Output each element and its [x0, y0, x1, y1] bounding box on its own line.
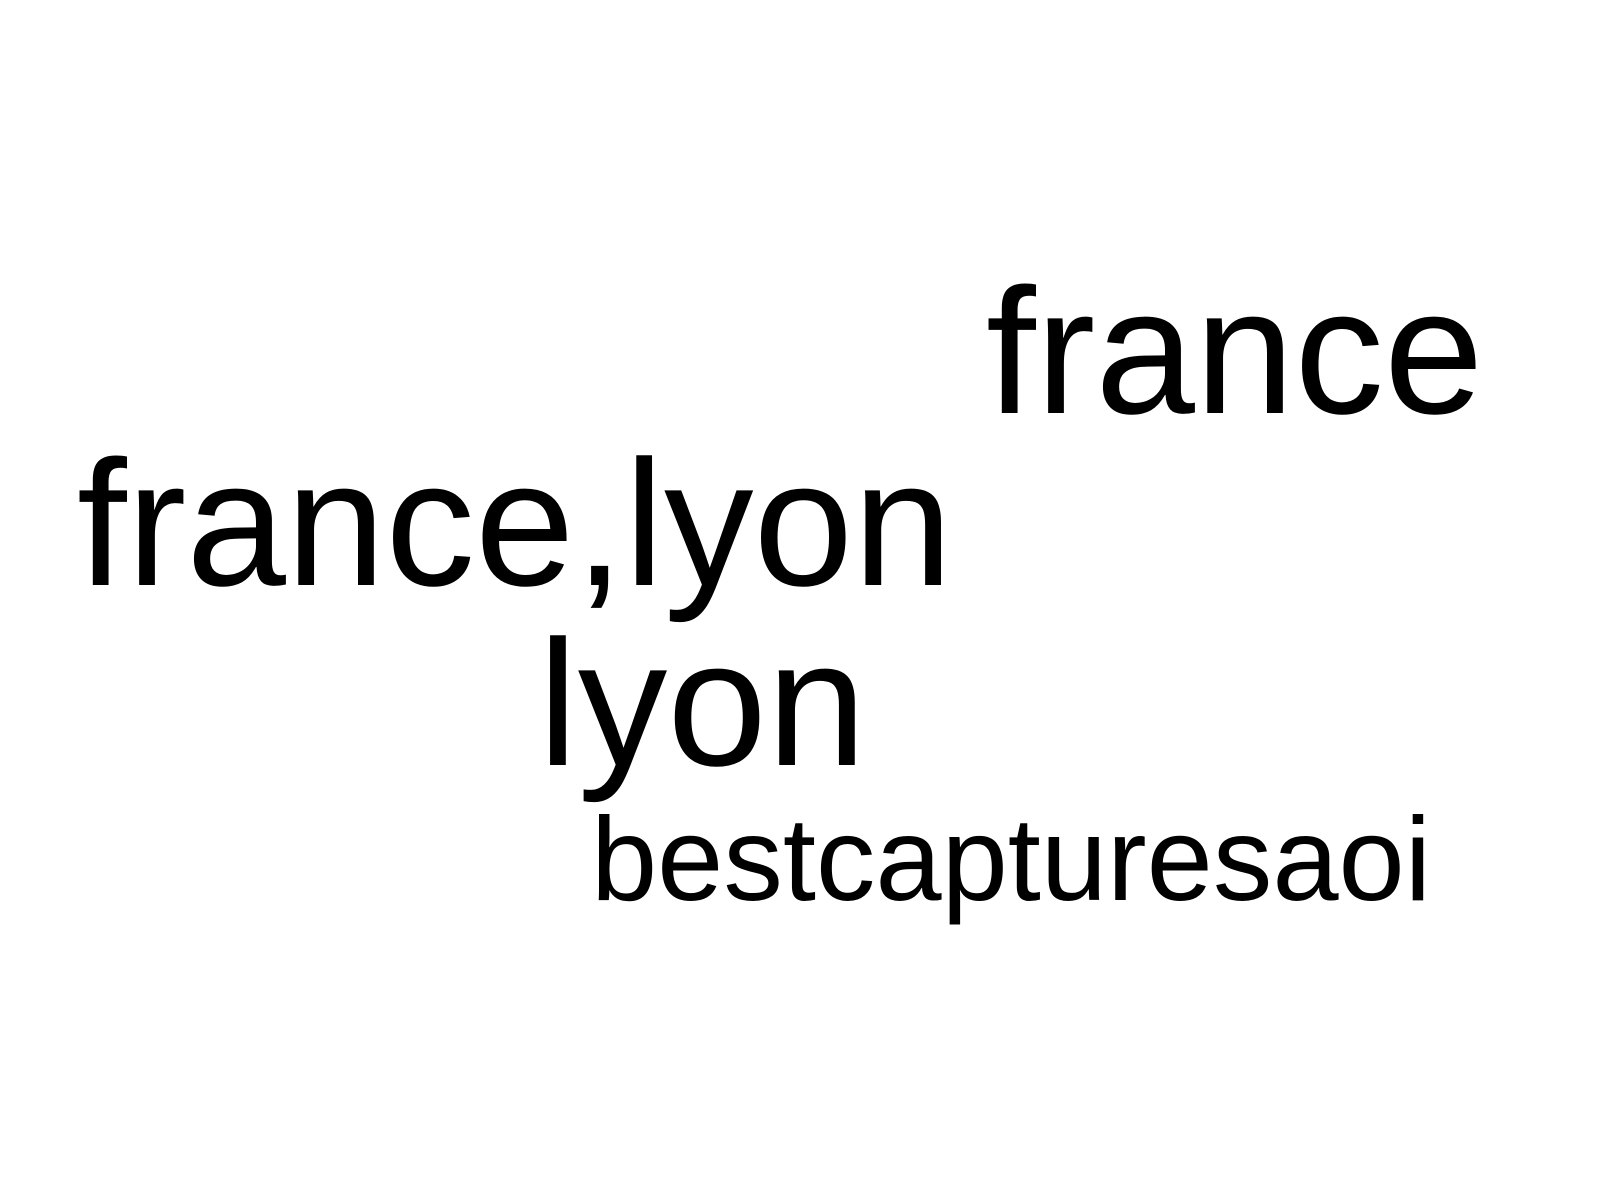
word-bestcapturesaoi: bestcapturesaoi — [591, 793, 1432, 926]
word-france-lyon: france,lyon — [77, 423, 953, 623]
word-lyon: lyon — [538, 603, 867, 803]
word-cloud-canvas: france france,lyon lyon bestcapturesaoi — [0, 0, 1600, 1200]
word-france: france — [986, 251, 1484, 451]
